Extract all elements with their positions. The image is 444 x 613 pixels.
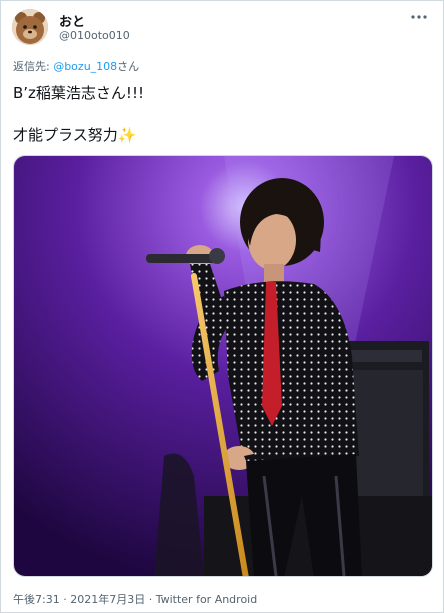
tweet-text: B’z稲葉浩志さん!!! 才能プラス努力✨ xyxy=(13,83,433,145)
reply-mention-link[interactable]: @bozu_108 xyxy=(53,60,117,73)
tweet-card: おと @010oto010 返信先: @bozu_108さん B’z稲葉浩志さん… xyxy=(0,0,444,613)
tweet-source-link[interactable]: Twitter for Android xyxy=(156,593,258,606)
author-display-name[interactable]: おと xyxy=(59,11,85,30)
more-dots-icon xyxy=(411,15,427,19)
meta-separator: · xyxy=(59,593,71,606)
reply-context: 返信先: @bozu_108さん xyxy=(13,58,139,74)
tweet-text-line-2-words: 才能プラス努力 xyxy=(13,126,118,144)
tweet-date[interactable]: 2021年7月3日 xyxy=(70,593,145,606)
sparkles-icon: ✨ xyxy=(117,126,137,144)
tweet-text-line-1: B’z稲葉浩志さん!!! xyxy=(13,84,144,102)
meta-separator: · xyxy=(145,593,156,606)
tweet-time[interactable]: 午後7:31 xyxy=(13,593,60,606)
tweet-text-line-2: 才能プラス努力✨ xyxy=(13,125,433,145)
tweet-timestamp: 午後7:31 · 2021年7月3日 · Twitter for Android xyxy=(13,591,257,607)
more-options-button[interactable] xyxy=(409,9,429,25)
tweet-photo[interactable] xyxy=(13,155,433,577)
photo-singer-on-stage xyxy=(14,156,432,576)
reply-suffix: さん xyxy=(117,60,140,73)
author-handle[interactable]: @010oto010 xyxy=(59,29,130,42)
avatar[interactable] xyxy=(12,9,48,45)
teddy-bear-icon xyxy=(12,9,48,45)
reply-prefix: 返信先: xyxy=(13,60,54,73)
